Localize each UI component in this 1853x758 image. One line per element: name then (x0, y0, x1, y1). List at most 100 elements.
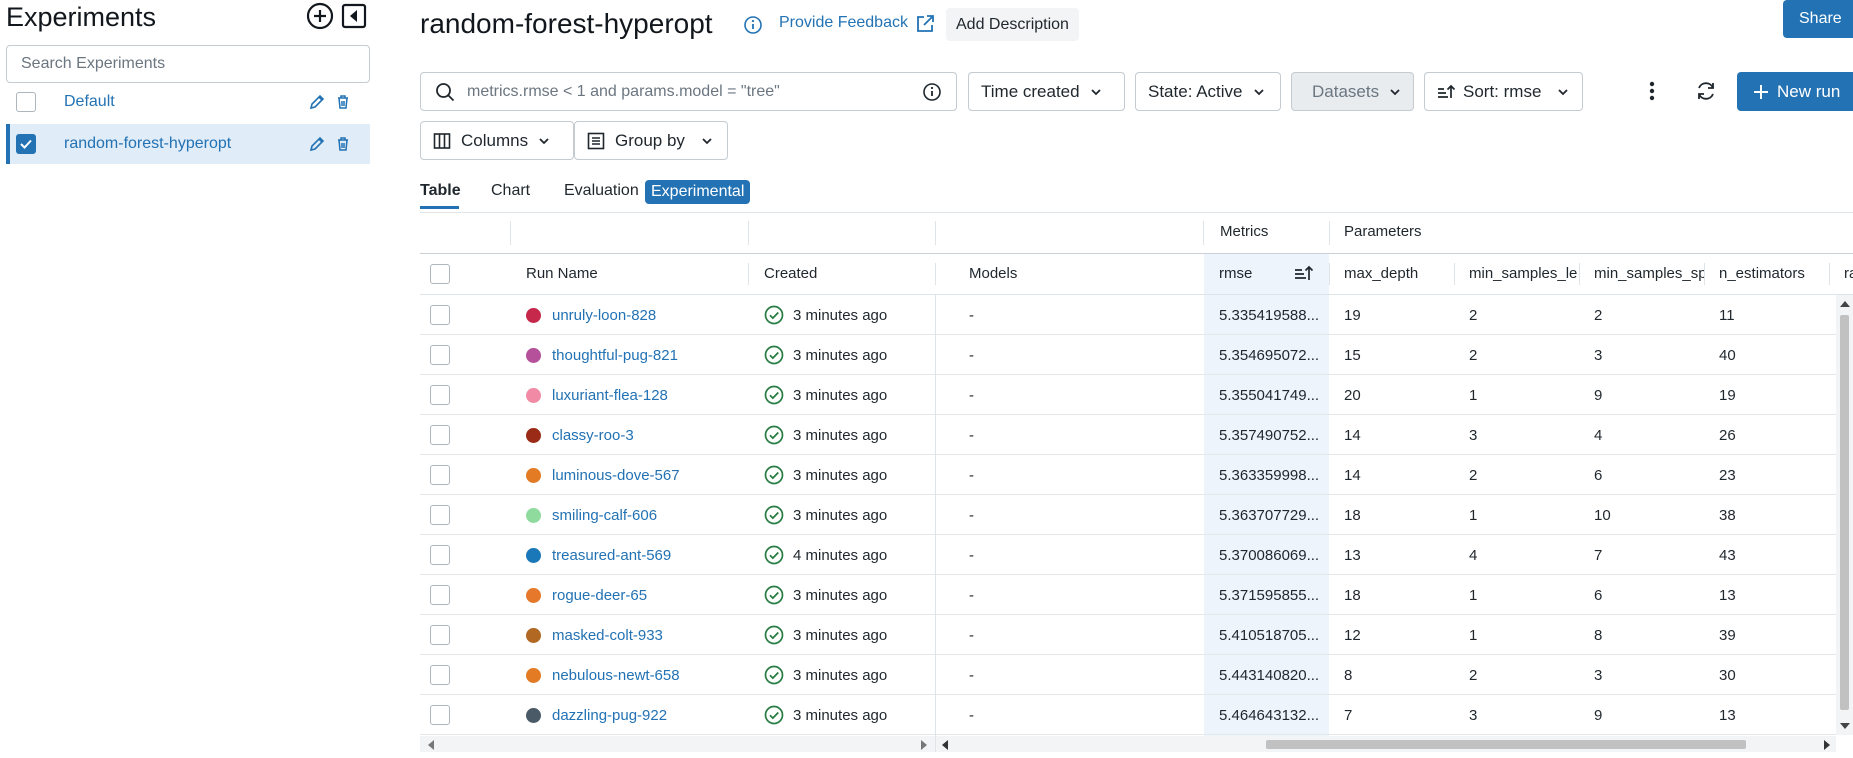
tab-evaluation[interactable]: Evaluation (564, 182, 639, 200)
share-button[interactable]: Share (1783, 0, 1853, 38)
horizontal-scrollbar-right[interactable] (936, 736, 1836, 752)
row-checkbox[interactable] (430, 495, 450, 535)
refresh-icon[interactable] (1695, 80, 1717, 102)
experiment-name[interactable]: random-forest-hyperopt (64, 135, 304, 153)
row-checkbox[interactable] (430, 615, 450, 655)
row-checkbox[interactable] (430, 655, 450, 695)
scrollbar-thumb[interactable] (1266, 740, 1746, 749)
row-checkbox[interactable] (430, 415, 450, 455)
column-header-models[interactable]: Models (969, 265, 1017, 282)
row-checkbox[interactable] (430, 695, 450, 735)
column-header-created[interactable]: Created (764, 265, 817, 282)
run-name-link[interactable]: rogue-deer-65 (552, 587, 647, 604)
datasets-dropdown[interactable]: Datasets (1291, 72, 1414, 111)
add-experiment-icon[interactable] (306, 2, 334, 30)
column-header-min-samples-split[interactable]: min_samples_sp (1594, 265, 1704, 282)
table-row[interactable]: luxuriant-flea-128 3 minutes ago - 5.355041… (420, 375, 1853, 415)
experiment-name[interactable]: Default (64, 93, 304, 111)
min-samples-leaf-cell: 4 (1469, 546, 1478, 564)
scrollbar-thumb[interactable] (1840, 315, 1849, 710)
column-header-n-estimators[interactable]: n_estimators (1719, 265, 1805, 282)
run-color-dot (526, 507, 541, 523)
vertical-scrollbar[interactable] (1836, 295, 1853, 735)
tab-chart[interactable]: Chart (491, 182, 530, 200)
select-all-checkbox[interactable] (430, 264, 450, 284)
run-name-link[interactable]: thoughtful-pug-821 (552, 347, 678, 364)
run-name-link[interactable]: nebulous-newt-658 (552, 667, 680, 684)
table-row[interactable]: smiling-calf-606 3 minutes ago - 5.36370772… (420, 495, 1853, 535)
search-placeholder: metrics.rmse < 1 and params.model = "tre… (467, 82, 780, 100)
run-name-link[interactable]: classy-roo-3 (552, 427, 634, 444)
created-cell: 4 minutes ago (764, 535, 934, 575)
experiment-row-selected[interactable]: random-forest-hyperopt (6, 124, 370, 164)
min-samples-leaf-cell: 2 (1469, 666, 1478, 684)
column-header-truncated[interactable]: ra (1844, 265, 1853, 282)
max-depth-cell: 20 (1344, 386, 1361, 404)
sort-dropdown[interactable]: Sort: rmse (1424, 72, 1583, 111)
max-depth-cell: 14 (1344, 466, 1361, 484)
external-link-icon[interactable] (915, 14, 935, 34)
column-header-max-depth[interactable]: max_depth (1344, 265, 1418, 282)
created-time: 4 minutes ago (793, 546, 888, 564)
time-created-dropdown[interactable]: Time created (968, 72, 1125, 111)
group-by-dropdown[interactable]: Group by (574, 121, 728, 160)
columns-dropdown[interactable]: Columns (420, 121, 574, 160)
table-row[interactable]: masked-colt-933 3 minutes ago - 5.410518705… (420, 615, 1853, 655)
created-time: 3 minutes ago (793, 706, 888, 724)
more-options-icon[interactable] (1648, 80, 1656, 102)
chevron-down-icon (538, 135, 550, 147)
horizontal-scrollbar-left[interactable] (420, 736, 935, 752)
run-name-link[interactable]: unruly-loon-828 (552, 307, 656, 324)
row-checkbox[interactable] (430, 575, 450, 615)
edit-icon[interactable] (304, 131, 330, 157)
info-icon[interactable] (922, 82, 942, 102)
experiment-checkbox[interactable] (16, 92, 36, 112)
table-row[interactable]: rogue-deer-65 3 minutes ago - 5.371595855..… (420, 575, 1853, 615)
rmse-cell: 5.354695072... (1219, 346, 1320, 364)
row-checkbox[interactable] (430, 375, 450, 415)
run-name-link[interactable]: dazzling-pug-922 (552, 707, 667, 724)
run-name-link[interactable]: masked-colt-933 (552, 627, 663, 644)
new-run-button[interactable]: New run (1737, 72, 1853, 111)
experiment-checkbox[interactable] (16, 134, 36, 154)
table-row[interactable]: treasured-ant-569 4 minutes ago - 5.3700860… (420, 535, 1853, 575)
table-row[interactable]: dazzling-pug-922 3 minutes ago - 5.46464313… (420, 695, 1853, 735)
sort-label: Sort: rmse (1463, 81, 1542, 101)
row-checkbox[interactable] (430, 535, 450, 575)
table-row[interactable]: unruly-loon-828 3 minutes ago - 5.335419588… (420, 295, 1853, 335)
table-row[interactable]: thoughtful-pug-821 3 minutes ago - 5.354695… (420, 335, 1853, 375)
column-header-run-name[interactable]: Run Name (526, 265, 598, 282)
row-checkbox[interactable] (430, 295, 450, 335)
delete-icon[interactable] (330, 89, 356, 115)
table-row[interactable]: luminous-dove-567 3 minutes ago - 5.3633599… (420, 455, 1853, 495)
edit-icon[interactable] (304, 89, 330, 115)
sort-ascending-icon[interactable] (1294, 264, 1314, 282)
run-name-link[interactable]: smiling-calf-606 (552, 507, 657, 524)
columns-label: Columns (461, 130, 529, 150)
column-header-min-samples-leaf[interactable]: min_samples_lea (1469, 265, 1577, 282)
row-checkbox[interactable] (430, 455, 450, 495)
run-name-cell: classy-roo-3 (526, 415, 746, 455)
tab-table[interactable]: Table (420, 182, 461, 200)
info-icon[interactable] (743, 15, 763, 35)
column-header-rmse[interactable]: rmse (1219, 265, 1252, 282)
run-name-cell: unruly-loon-828 (526, 295, 746, 335)
search-experiments-input[interactable] (6, 45, 370, 83)
runs-search-input[interactable]: metrics.rmse < 1 and params.model = "tre… (420, 72, 957, 111)
provide-feedback-link[interactable]: Provide Feedback (779, 14, 908, 32)
experimental-badge: Experimental (645, 180, 751, 204)
row-checkbox[interactable] (430, 335, 450, 375)
experiment-row-default[interactable]: Default (6, 82, 370, 122)
table-row[interactable]: nebulous-newt-658 3 minutes ago - 5.4431408… (420, 655, 1853, 695)
collapse-sidebar-icon[interactable] (340, 2, 368, 30)
delete-icon[interactable] (330, 131, 356, 157)
add-description-button[interactable]: Add Description (946, 8, 1079, 41)
run-name-link[interactable]: luxuriant-flea-128 (552, 387, 668, 404)
rmse-cell: 5.355041749... (1219, 386, 1320, 404)
table-row[interactable]: classy-roo-3 3 minutes ago - 5.357490752...… (420, 415, 1853, 455)
state-dropdown[interactable]: State: Active (1135, 72, 1281, 111)
run-name-link[interactable]: treasured-ant-569 (552, 547, 671, 564)
run-name-link[interactable]: luminous-dove-567 (552, 467, 680, 484)
created-time: 3 minutes ago (793, 666, 888, 684)
min-samples-leaf-cell: 2 (1469, 346, 1478, 364)
